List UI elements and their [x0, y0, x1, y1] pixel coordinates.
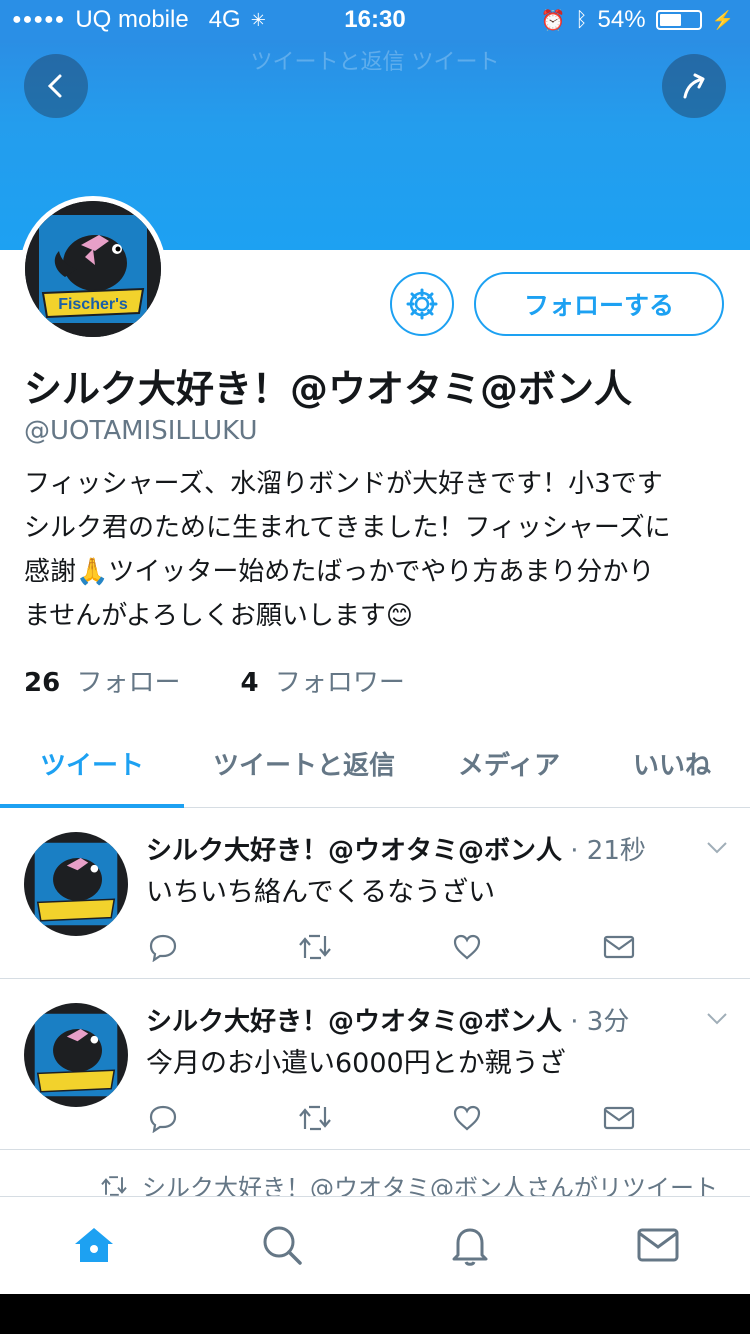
retweet-icon[interactable]	[298, 930, 332, 964]
following-link[interactable]: 26 フォロー	[24, 662, 180, 699]
user-handle: @UOTAMISILLUKU	[24, 416, 258, 446]
dm-icon[interactable]	[602, 1101, 636, 1135]
settings-button[interactable]	[390, 272, 454, 336]
bio-line: ませんがよろしくお願いします😊	[24, 601, 414, 631]
fischers-logo-icon: Fischer's	[25, 201, 161, 337]
battery-percent: 54%	[597, 6, 646, 33]
retweet-icon[interactable]	[298, 1101, 332, 1135]
tweet-time: · 21秒	[562, 836, 646, 866]
tab-likes[interactable]: いいね	[594, 720, 750, 807]
followers-count: 4	[240, 668, 259, 698]
status-bar: ●●●●● UQ mobile 4G ✳ 16:30 ⏰ ᛒ 54% ⚡	[0, 0, 750, 40]
following-label: フォロー	[76, 668, 181, 698]
bottom-tab-bar	[0, 1196, 750, 1294]
tweet-avatar[interactable]	[24, 1003, 128, 1107]
dm-icon[interactable]	[602, 930, 636, 964]
chevron-down-icon[interactable]	[706, 836, 728, 861]
like-icon[interactable]	[450, 1101, 484, 1135]
tweet-text: 今月のお小遣い6000円とか親うざ	[146, 1048, 566, 1079]
back-button[interactable]	[24, 54, 88, 118]
tweet-header: シルク大好き！@ウオタミ@ボン人 · 21秒	[146, 830, 646, 867]
status-right: ⏰ ᛒ 54% ⚡	[541, 6, 734, 34]
profile-bio: フィッシャーズ、水溜りボンドが大好きです！小3です シルク君のために生まれてきま…	[24, 462, 736, 638]
like-icon[interactable]	[450, 930, 484, 964]
charging-icon: ⚡	[711, 9, 734, 30]
tweet-text: いちいち絡んでくるなうざい	[146, 877, 496, 908]
tweet[interactable]: シルク大好き！@ウオタミ@ボン人 · 21秒 いちいち絡んでくるなうざい	[0, 808, 750, 979]
battery-icon	[655, 10, 702, 30]
banner-faded-text: ツイートと返信 ツイート	[250, 50, 500, 75]
alarm-icon: ⏰	[540, 9, 566, 32]
tab-media[interactable]: メディア	[424, 720, 594, 807]
tweet-avatar[interactable]	[24, 832, 128, 936]
fischers-logo-icon	[34, 1013, 118, 1097]
tab-tweets[interactable]: ツイート	[0, 720, 184, 808]
battery-fill	[659, 14, 681, 26]
home-icon[interactable]	[70, 1221, 118, 1269]
back-arrow-icon	[47, 74, 62, 98]
reply-icon[interactable]	[146, 1101, 180, 1135]
share-button[interactable]	[662, 54, 726, 118]
followers-link[interactable]: 4 フォロワー	[240, 662, 404, 699]
avatar-image: Fischer's	[25, 201, 161, 337]
tweet-author[interactable]: シルク大好き！@ウオタミ@ボン人	[146, 1007, 562, 1037]
tweet[interactable]: シルク大好き！@ウオタミ@ボン人 · 3分 今月のお小遣い6000円とか親うざ	[0, 979, 750, 1150]
chevron-down-icon[interactable]	[706, 1007, 728, 1032]
notifications-icon[interactable]	[446, 1221, 494, 1269]
fischers-logo-icon	[34, 842, 118, 926]
followers-label: フォロワー	[274, 668, 405, 698]
retweet-icon	[101, 1175, 127, 1196]
tweet-header: シルク大好き！@ウオタミ@ボン人 · 3分	[146, 1001, 629, 1038]
tab-tweets-replies[interactable]: ツイートと返信	[184, 720, 424, 807]
search-icon[interactable]	[258, 1221, 306, 1269]
share-icon	[683, 73, 705, 99]
profile-avatar[interactable]: Fischer's	[20, 196, 166, 342]
profile-tabs: ツイート ツイートと返信 メディア いいね	[0, 720, 750, 808]
bio-line: フィッシャーズ、水溜りボンドが大好きです！小3です	[24, 469, 663, 499]
following-count: 26	[24, 668, 61, 698]
messages-icon[interactable]	[634, 1221, 682, 1269]
bio-line: 感謝🙏ツイッター始めたばっかでやり方あまり分かり	[24, 557, 655, 587]
gear-icon	[406, 288, 438, 320]
bottom-black-bar	[0, 1294, 750, 1334]
tweet-author[interactable]: シルク大好き！@ウオタミ@ボン人	[146, 836, 562, 866]
display-name: シルク大好き！@ウオタミ@ボン人	[24, 367, 633, 411]
bluetooth-icon: ᛒ	[575, 8, 588, 31]
tweet-time: · 3分	[562, 1007, 630, 1037]
follow-button[interactable]: フォローする	[474, 272, 724, 336]
avatar-badge-text: Fischer's	[58, 296, 128, 313]
reply-icon[interactable]	[146, 930, 180, 964]
bio-line: シルク君のために生まれてきました！フィッシャーズに	[24, 513, 671, 543]
follow-counts: 26 フォロー 4 フォロワー	[24, 662, 405, 699]
